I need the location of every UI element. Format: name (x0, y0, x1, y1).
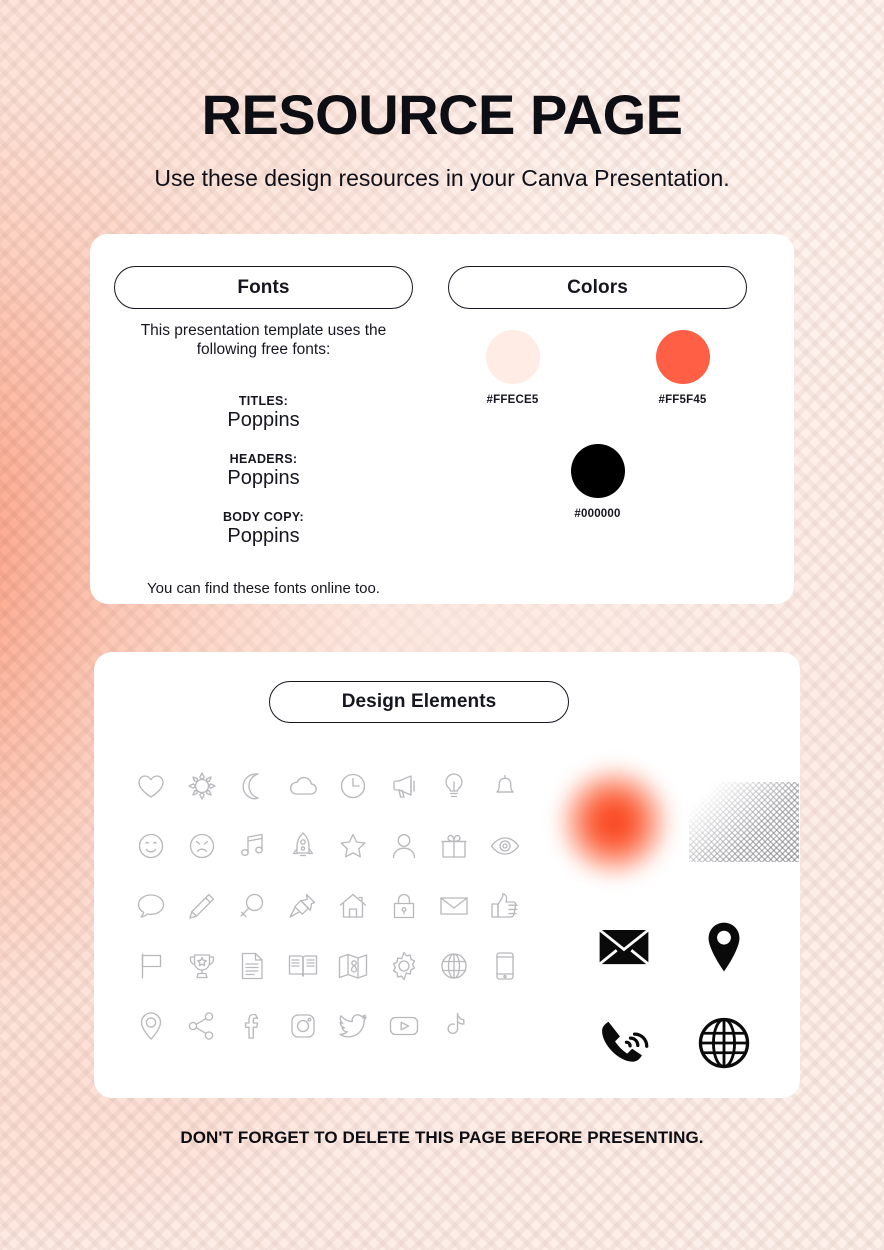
color-hex-label: #FFECE5 (486, 394, 539, 406)
design-elements-pill: Design Elements (269, 681, 569, 723)
thumbs-up-icon (480, 884, 531, 928)
share-icon (177, 1004, 228, 1048)
heart-icon (126, 764, 177, 808)
sad-face-icon (177, 824, 228, 868)
house-icon (328, 884, 379, 928)
lightbulb-icon (429, 764, 480, 808)
tiktok-icon (429, 1004, 480, 1048)
pencil-icon (177, 884, 228, 928)
sun-icon (177, 764, 228, 808)
font-entry-body-copy: BODY COPY: Poppins (114, 510, 413, 548)
outline-icon-grid (126, 764, 530, 1048)
halftone-gradient-patch (689, 782, 799, 862)
star-icon (328, 824, 379, 868)
color-swatch-coral: #FF5F45 (627, 330, 739, 406)
fonts-and-colors-card: Fonts Colors This presentation template … (90, 234, 794, 604)
globe-outline-icon (429, 944, 480, 988)
envelope-outline-icon (429, 884, 480, 928)
document-icon (227, 944, 278, 988)
orange-glow-blob (559, 767, 669, 877)
twitter-icon (328, 1004, 379, 1048)
megaphone-icon (379, 764, 430, 808)
colors-content: #FFECE5 #FF5F45 #000000 (448, 330, 747, 520)
font-name-value: Poppins (227, 466, 300, 489)
youtube-icon (379, 1004, 430, 1048)
trophy-icon (177, 944, 228, 988)
facebook-icon (227, 1004, 278, 1048)
music-note-icon (227, 824, 278, 868)
color-swatch-row-2: #000000 (448, 444, 747, 520)
colors-pill-label: Colors (567, 276, 628, 298)
color-swatch-black: #000000 (542, 444, 654, 520)
color-dot (485, 330, 540, 384)
font-role-label: HEADERS: (229, 451, 298, 466)
pushpin-icon (278, 884, 329, 928)
font-role-label: TITLES: (238, 393, 289, 408)
person-icon (379, 824, 430, 868)
page-header: RESOURCE PAGE Use these design resources… (0, 83, 884, 192)
smiley-face-icon (126, 824, 177, 868)
rocket-icon (278, 824, 329, 868)
font-name-value: Poppins (227, 524, 300, 547)
eye-icon (480, 824, 531, 868)
page-subtitle: Use these design resources in your Canva… (154, 164, 730, 191)
grid-spacer (480, 1004, 531, 1048)
fonts-outro-text: You can find these fonts online too. (147, 579, 380, 597)
color-dot (570, 444, 625, 498)
moon-icon (227, 764, 278, 808)
color-swatch-cream: #FFECE5 (457, 330, 569, 406)
font-entry-headers: HEADERS: Poppins (114, 452, 413, 490)
cloud-icon (278, 764, 329, 808)
map-icon (328, 944, 379, 988)
gear-icon (379, 944, 430, 988)
colors-section-pill: Colors (448, 266, 747, 309)
color-hex-label: #FF5F45 (658, 394, 707, 406)
mobile-phone-icon (480, 944, 531, 988)
design-pill-label: Design Elements (341, 691, 497, 712)
fonts-section-pill: Fonts (114, 266, 413, 309)
resource-page: RESOURCE PAGE Use these design resources… (0, 0, 884, 1250)
bell-icon (480, 764, 531, 808)
flag-icon (126, 944, 177, 988)
book-icon (278, 944, 329, 988)
footer-reminder-note: DON'T FORGET TO DELETE THIS PAGE BEFORE … (180, 1128, 704, 1147)
fonts-pill-label: Fonts (237, 276, 290, 298)
location-pin-outline-icon (126, 1004, 177, 1048)
clock-icon (328, 764, 379, 808)
color-dot (655, 330, 710, 384)
font-name-value: Poppins (227, 408, 300, 431)
location-pin-solid-icon (674, 910, 774, 984)
magnifier-icon (227, 884, 278, 928)
font-entry-titles: TITLES: Poppins (114, 394, 413, 432)
solid-contact-icon-grid (574, 910, 774, 1080)
design-elements-card: Design Elements (94, 652, 800, 1098)
globe-solid-icon (674, 1006, 774, 1080)
phone-ringing-icon (574, 1006, 674, 1080)
color-swatch-row-1: #FFECE5 #FF5F45 (448, 330, 747, 406)
font-role-label: BODY COPY: (222, 509, 305, 524)
envelope-solid-icon (574, 910, 674, 984)
fonts-content: This presentation template uses the foll… (114, 322, 413, 597)
lock-icon (379, 884, 430, 928)
page-title: RESOURCE PAGE (201, 83, 683, 146)
speech-bubble-icon (126, 884, 177, 928)
fonts-intro-text: This presentation template uses the foll… (140, 322, 387, 358)
gift-icon (429, 824, 480, 868)
color-hex-label: #000000 (574, 508, 621, 520)
instagram-icon (278, 1004, 329, 1048)
